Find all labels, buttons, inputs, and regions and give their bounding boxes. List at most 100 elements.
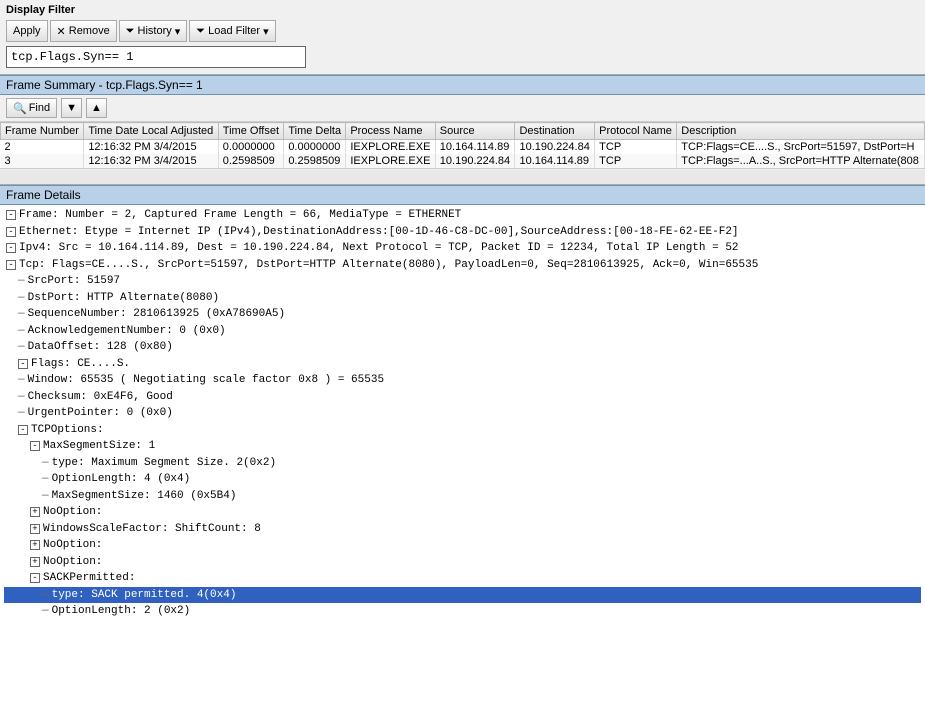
col-process-name[interactable]: Process Name [346, 123, 435, 140]
arrow-up-button[interactable]: ▲ [86, 98, 107, 118]
dash-prefix: — [42, 455, 49, 472]
detail-text: OptionLength: 4 (0x4) [52, 471, 191, 488]
detail-line[interactable]: -Flags: CE....S. [4, 356, 921, 373]
arrow-down-icon: ▼ [66, 102, 77, 114]
detail-line[interactable]: -MaxSegmentSize: 1 [4, 438, 921, 455]
detail-line: —Window: 65535 ( Negotiating scale facto… [4, 372, 921, 389]
detail-text: NoOption: [43, 504, 102, 521]
col-time-offset[interactable]: Time Offset [218, 123, 284, 140]
find-toolbar: 🔍 Find ▼ ▲ [0, 95, 925, 122]
remove-icon: ✕ [57, 25, 66, 38]
detail-line[interactable]: -Ethernet: Etype = Internet IP (IPv4),De… [4, 224, 921, 241]
detail-line: —SrcPort: 51597 [4, 273, 921, 290]
detail-text: TCPOptions: [31, 422, 104, 439]
filter-toolbar: Apply ✕ Remove ⏷ History ▾ ⏷ Load Filter… [6, 20, 919, 42]
detail-line[interactable]: -Frame: Number = 2, Captured Frame Lengt… [4, 207, 921, 224]
arrow-up-icon: ▲ [91, 102, 102, 114]
detail-text: MaxSegmentSize: 1 [43, 438, 155, 455]
detail-line: —AcknowledgementNumber: 0 (0x0) [4, 323, 921, 340]
col-time-delta[interactable]: Time Delta [284, 123, 346, 140]
detail-text: Flags: CE....S. [31, 356, 130, 373]
detail-text: Frame: Number = 2, Captured Frame Length… [19, 207, 461, 224]
dash-prefix: — [42, 488, 49, 505]
col-time-date[interactable]: Time Date Local Adjusted [84, 123, 218, 140]
detail-line[interactable]: +NoOption: [4, 554, 921, 571]
detail-text: SrcPort: 51597 [28, 273, 120, 290]
horizontal-scrollbar[interactable] [0, 168, 925, 184]
dash-prefix: — [18, 306, 25, 323]
dash-prefix: — [18, 273, 25, 290]
detail-text: type: Maximum Segment Size. 2(0x2) [52, 455, 276, 472]
remove-button[interactable]: ✕ Remove [50, 20, 117, 42]
frame-details-header: Frame Details [0, 185, 925, 205]
apply-button[interactable]: Apply [6, 20, 48, 42]
col-source[interactable]: Source [435, 123, 515, 140]
col-protocol[interactable]: Protocol Name [595, 123, 677, 140]
frame-summary-section: Frame Summary - tcp.Flags.Syn== 1 🔍 Find… [0, 75, 925, 185]
collapse-icon[interactable]: - [6, 260, 16, 270]
detail-text: SequenceNumber: 2810613925 (0xA78690A5) [28, 306, 285, 323]
detail-line[interactable]: +WindowsScaleFactor: ShiftCount: 8 [4, 521, 921, 538]
detail-text: Ethernet: Etype = Internet IP (IPv4),Des… [19, 224, 739, 241]
detail-line: —Checksum: 0xE4F6, Good [4, 389, 921, 406]
detail-line: —DataOffset: 128 (0x80) [4, 339, 921, 356]
dash-prefix: — [18, 323, 25, 340]
detail-text: MaxSegmentSize: 1460 (0x5B4) [52, 488, 237, 505]
table-header-row: Frame Number Time Date Local Adjusted Ti… [1, 123, 925, 140]
detail-line: —DstPort: HTTP Alternate(8080) [4, 290, 921, 307]
table-row[interactable]: 312:16:32 PM 3/4/20150.25985090.2598509I… [1, 154, 925, 168]
history-button[interactable]: ⏷ History ▾ [119, 20, 188, 42]
table-row[interactable]: 212:16:32 PM 3/4/20150.00000000.0000000I… [1, 140, 925, 155]
expand-icon[interactable]: + [30, 524, 40, 534]
display-filter-title: Display Filter [6, 4, 919, 16]
collapse-icon[interactable]: - [6, 210, 16, 220]
detail-text: DataOffset: 128 (0x80) [28, 339, 173, 356]
detail-text: Window: 65535 ( Negotiating scale factor… [28, 372, 384, 389]
detail-text: Checksum: 0xE4F6, Good [28, 389, 173, 406]
detail-text: OptionLength: 2 (0x2) [52, 603, 191, 620]
collapse-icon[interactable]: - [6, 243, 16, 253]
detail-text: NoOption: [43, 554, 102, 571]
filter-input-row [6, 46, 919, 68]
detail-line[interactable]: -Ipv4: Src = 10.164.114.89, Dest = 10.19… [4, 240, 921, 257]
detail-line[interactable]: -TCPOptions: [4, 422, 921, 439]
filter-input[interactable] [6, 46, 306, 68]
detail-line[interactable]: +NoOption: [4, 537, 921, 554]
detail-line: —OptionLength: 2 (0x2) [4, 603, 921, 620]
arrow-down-button[interactable]: ▼ [61, 98, 82, 118]
col-destination[interactable]: Destination [515, 123, 595, 140]
collapse-icon[interactable]: - [30, 573, 40, 583]
detail-line[interactable]: -SACKPermitted: [4, 570, 921, 587]
history-icon: ⏷ [126, 25, 135, 38]
detail-line: —OptionLength: 4 (0x4) [4, 471, 921, 488]
expand-icon[interactable]: + [30, 540, 40, 550]
detail-text: Ipv4: Src = 10.164.114.89, Dest = 10.190… [19, 240, 739, 257]
detail-text: SACKPermitted: [43, 570, 135, 587]
find-icon: 🔍 [13, 102, 27, 115]
detail-text: UrgentPointer: 0 (0x0) [28, 405, 173, 422]
frame-table: Frame Number Time Date Local Adjusted Ti… [0, 122, 925, 168]
dash-prefix: — [18, 389, 25, 406]
dash-prefix: — [18, 290, 25, 307]
detail-line[interactable]: +NoOption: [4, 504, 921, 521]
collapse-icon[interactable]: - [30, 441, 40, 451]
collapse-icon[interactable]: - [18, 425, 28, 435]
dash-prefix: — [42, 603, 49, 620]
find-button[interactable]: 🔍 Find [6, 98, 57, 118]
expand-icon[interactable]: + [30, 557, 40, 567]
expand-icon[interactable]: + [30, 507, 40, 517]
detail-line[interactable]: -Tcp: Flags=CE....S., SrcPort=51597, Dst… [4, 257, 921, 274]
load-icon: ⏷ [196, 25, 205, 38]
collapse-icon[interactable]: - [18, 359, 28, 369]
detail-line: —SequenceNumber: 2810613925 (0xA78690A5) [4, 306, 921, 323]
detail-text: NoOption: [43, 537, 102, 554]
dash-prefix: — [42, 587, 49, 604]
dash-prefix: — [42, 471, 49, 488]
collapse-icon[interactable]: - [6, 227, 16, 237]
col-description[interactable]: Description [677, 123, 925, 140]
load-filter-button[interactable]: ⏷ Load Filter ▾ [189, 20, 275, 42]
load-dropdown-icon: ▾ [263, 25, 269, 38]
col-frame-number[interactable]: Frame Number [1, 123, 84, 140]
detail-content: -Frame: Number = 2, Captured Frame Lengt… [0, 205, 925, 622]
detail-text: Tcp: Flags=CE....S., SrcPort=51597, DstP… [19, 257, 758, 274]
